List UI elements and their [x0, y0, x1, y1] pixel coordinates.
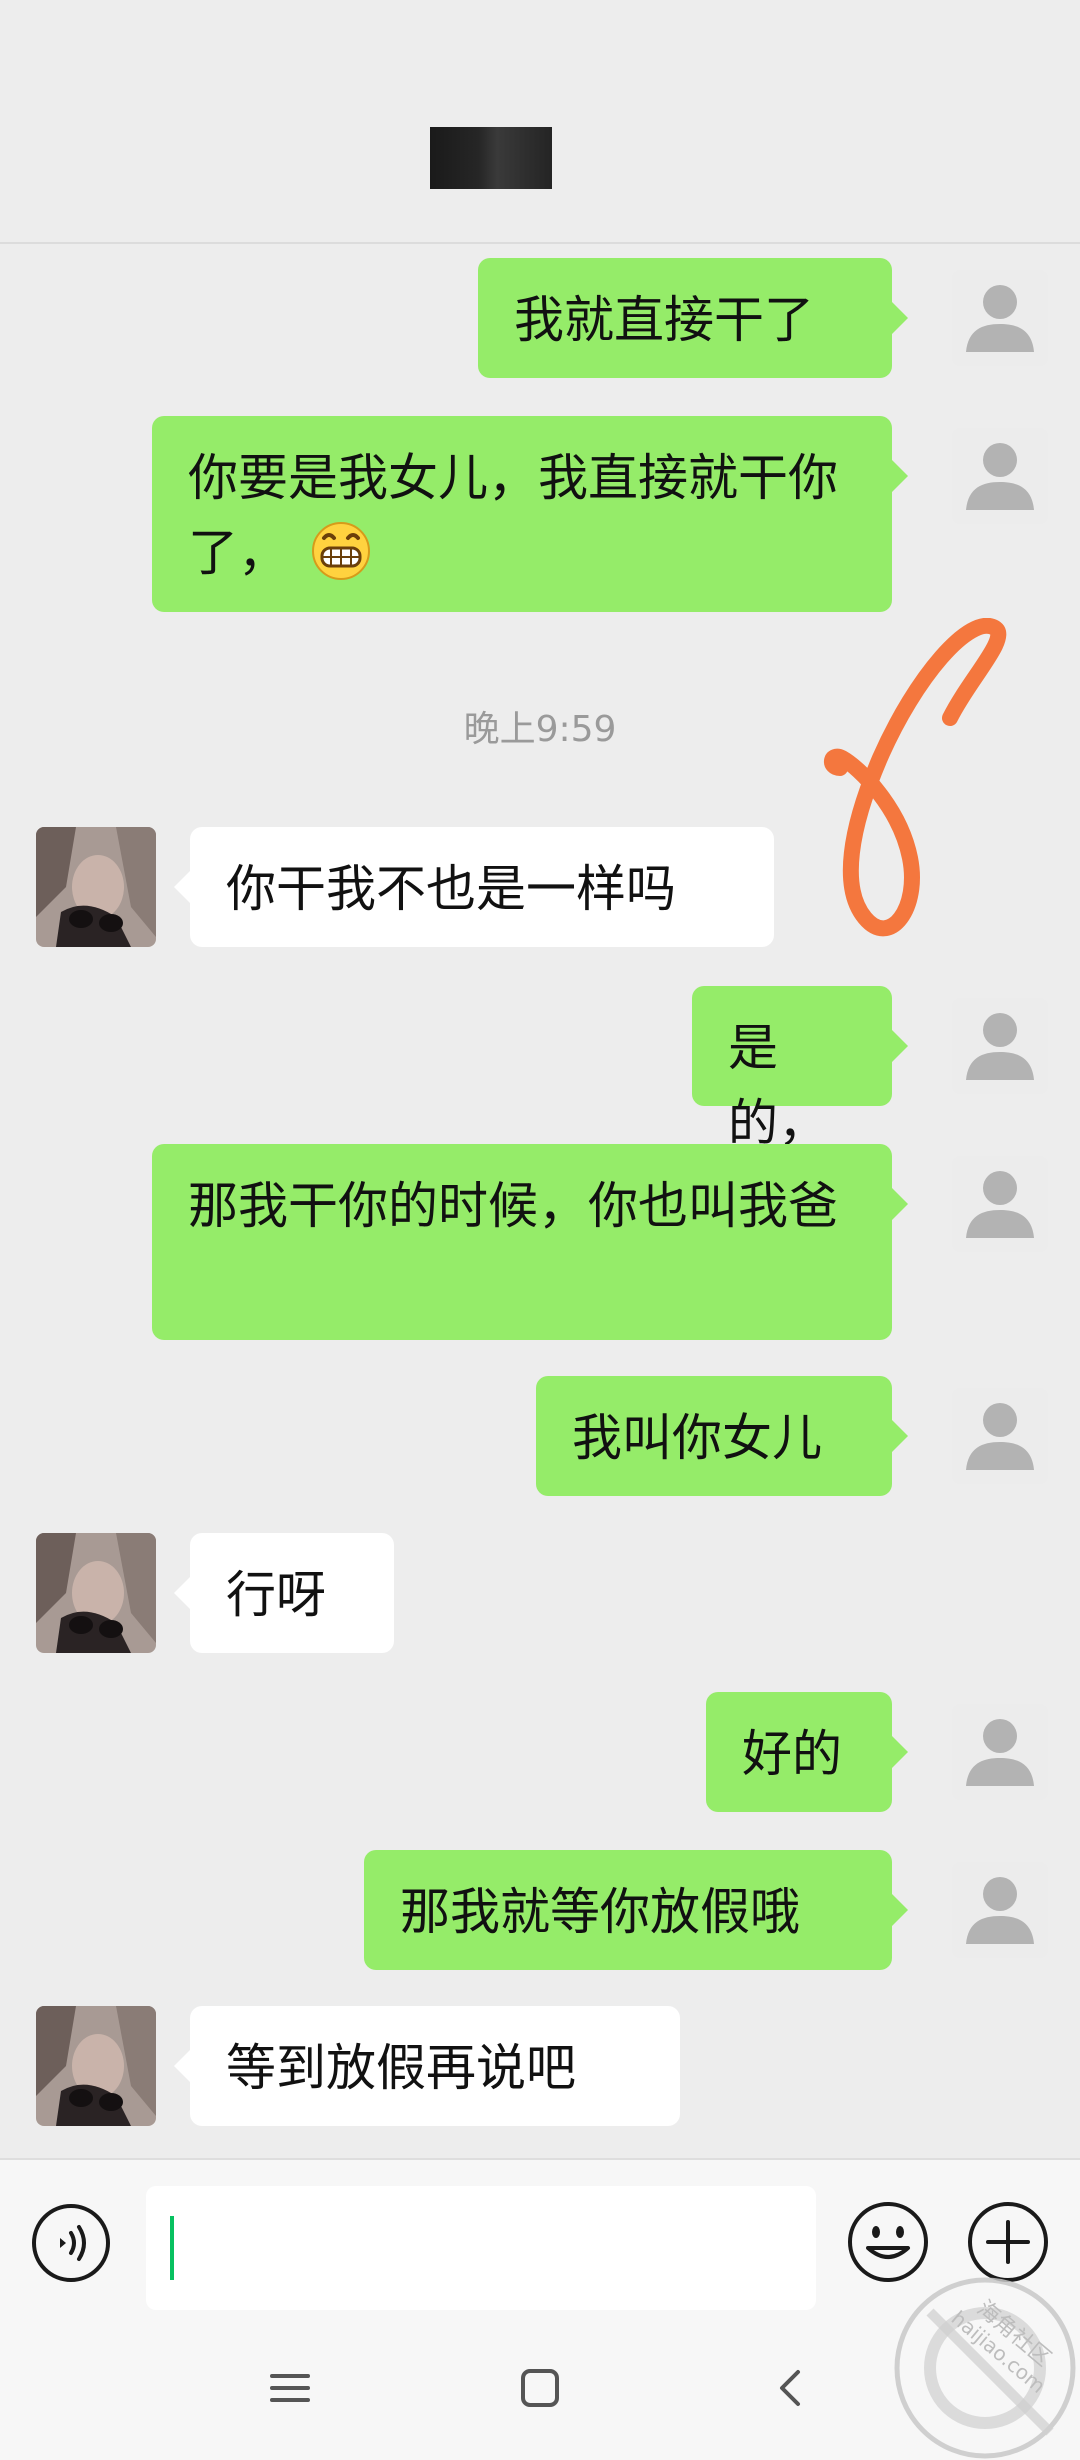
message-text: 等到放假再说吧 [226, 2039, 576, 2097]
default-avatar-icon [966, 1171, 1034, 1238]
message-row: 是的， [0, 986, 1080, 1152]
message-bubble-sent[interactable]: 那我干你的时候，你也叫我爸 [152, 1144, 908, 1340]
chat-screen: 我就直接干了 你要是我女儿，我直接就干你了， 晚上9:59 你干我不也是一样吗 … [0, 0, 1080, 2460]
my-avatar[interactable] [952, 428, 1048, 524]
message-bubble-sent[interactable]: 你要是我女儿，我直接就干你了， [152, 416, 908, 612]
text-caret [170, 2216, 174, 2280]
message-text: 那我就等你放假哦 [400, 1883, 800, 1941]
message-row: 你要是我女儿，我直接就干你了， [0, 416, 1080, 612]
default-avatar-icon [966, 443, 1034, 510]
voice-icon[interactable] [30, 2202, 112, 2284]
message-row: 我叫你女儿 [0, 1376, 1080, 1496]
contact-avatar[interactable] [36, 827, 156, 947]
message-row: 我就直接干了 [0, 258, 1080, 378]
default-avatar-icon [966, 1403, 1034, 1470]
message-input[interactable] [146, 2186, 816, 2310]
contact-photo-icon [36, 827, 156, 947]
message-row: 行呀 [0, 1533, 1080, 1653]
message-bubble-sent[interactable]: 那我就等你放假哦 [364, 1850, 908, 1970]
message-bubble-sent[interactable]: 我就直接干了 [478, 258, 908, 378]
watermark-logo: 海角社区 haijiao.com [894, 2277, 1076, 2459]
message-row: 你干我不也是一样吗 [0, 827, 1080, 947]
my-avatar[interactable] [952, 1156, 1048, 1252]
message-row: 那我就等你放假哦 [0, 1850, 1080, 1970]
message-bubble-sent[interactable]: 是的， [692, 986, 908, 1152]
contact-photo-icon [36, 2006, 156, 2126]
redacted-contact-name [430, 127, 552, 189]
default-avatar-icon [966, 285, 1034, 352]
my-avatar[interactable] [952, 998, 1048, 1094]
menu-icon[interactable] [260, 2358, 320, 2418]
message-row: 好的 [0, 1692, 1080, 1812]
back-icon[interactable] [760, 2358, 820, 2418]
message-text: 是的， [728, 1019, 828, 1152]
message-text: 好的 [742, 1725, 842, 1783]
my-avatar[interactable] [952, 270, 1048, 366]
message-row: 等到放假再说吧 [0, 2006, 1080, 2126]
message-text: 那我干你的时候，你也叫我爸 [188, 1177, 838, 1235]
message-text: 行呀 [226, 1566, 326, 1624]
contact-avatar[interactable] [36, 1533, 156, 1653]
grinning-face-icon [312, 522, 370, 580]
my-avatar[interactable] [952, 1388, 1048, 1484]
message-text: 我叫你女儿 [572, 1409, 822, 1467]
home-icon[interactable] [510, 2358, 570, 2418]
chat-header [0, 0, 1080, 244]
my-avatar[interactable] [952, 1862, 1048, 1958]
default-avatar-icon [966, 1877, 1034, 1944]
default-avatar-icon [966, 1719, 1034, 1786]
message-row: 那我干你的时候，你也叫我爸 [0, 1144, 1080, 1340]
message-bubble-sent[interactable]: 好的 [706, 1692, 908, 1812]
message-text: 我就直接干了 [514, 291, 814, 349]
message-bubble-received[interactable]: 行呀 [174, 1533, 394, 1653]
message-bubble-sent[interactable]: 我叫你女儿 [536, 1376, 908, 1496]
message-text: 你干我不也是一样吗 [226, 860, 676, 918]
my-avatar[interactable] [952, 1704, 1048, 1800]
contact-photo-icon [36, 1533, 156, 1653]
contact-avatar[interactable] [36, 2006, 156, 2126]
message-text: 你要是我女儿，我直接就干你了， [188, 449, 838, 582]
message-bubble-received[interactable]: 等到放假再说吧 [174, 2006, 680, 2126]
default-avatar-icon [966, 1013, 1034, 1080]
message-bubble-received[interactable]: 你干我不也是一样吗 [174, 827, 774, 947]
